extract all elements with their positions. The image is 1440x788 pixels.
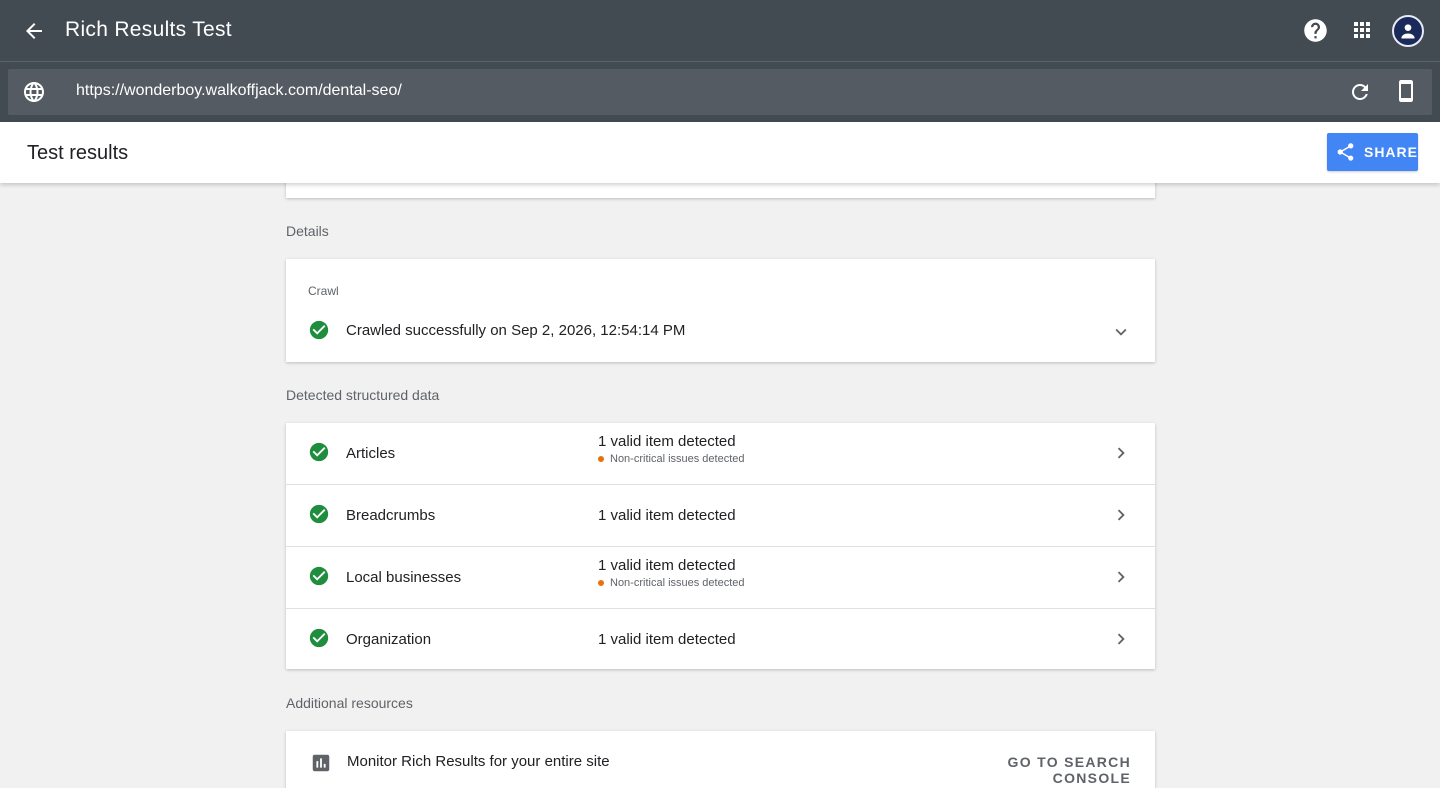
details-heading: Details (286, 223, 329, 239)
check-circle-icon (309, 566, 329, 586)
row-valid-count: 1 valid item detected (598, 507, 736, 524)
row-name: Organization (346, 631, 432, 648)
monitor-text: Monitor Rich Results for your entire sit… (347, 753, 610, 770)
crawl-status: Crawled successfully on Sep 2, 2026, 12:… (346, 322, 686, 339)
check-circle-icon (309, 442, 329, 462)
row-valid-count: 1 valid item detected (598, 433, 736, 450)
bar-chart-icon (312, 754, 330, 772)
smartphone-icon (1399, 80, 1413, 102)
check-circle-icon (309, 320, 329, 340)
results-header: Test results SHARE (0, 122, 1440, 183)
search-console-link[interactable]: GO TO SEARCH CONSOLE (966, 754, 1131, 786)
expand-crawl-button[interactable] (1110, 321, 1132, 343)
resources-card: Monitor Rich Results for your entire sit… (286, 731, 1155, 788)
app-title: Rich Results Test (65, 18, 232, 41)
row-issue-text: Non-critical issues detected (610, 453, 745, 465)
structured-data-card: Articles 1 valid item detected Non-criti… (286, 423, 1155, 669)
structured-data-row-breadcrumbs[interactable]: Breadcrumbs 1 valid item detected (286, 485, 1155, 547)
structured-data-row-articles[interactable]: Articles 1 valid item detected Non-criti… (286, 423, 1155, 485)
share-label: SHARE (1363, 144, 1418, 160)
url-bar[interactable]: https://wonderboy.walkoffjack.com/dental… (8, 69, 1432, 115)
structured-data-heading: Detected structured data (286, 387, 440, 403)
globe-icon (24, 82, 44, 102)
apps-button[interactable] (1350, 18, 1374, 42)
back-button[interactable] (20, 17, 48, 45)
device-toggle-button[interactable] (1394, 78, 1418, 104)
structured-data-row-local-businesses[interactable]: Local businesses 1 valid item detected N… (286, 547, 1155, 609)
structured-data-row-organization[interactable]: Organization 1 valid item detected (286, 609, 1155, 671)
help-icon (1304, 19, 1327, 42)
row-valid-count: 1 valid item detected (598, 557, 736, 574)
row-name: Articles (346, 445, 396, 462)
row-name: Local businesses (346, 569, 462, 586)
url-bar-container: https://wonderboy.walkoffjack.com/dental… (0, 61, 1440, 122)
row-issue: Non-critical issues detected (598, 453, 745, 465)
row-name: Breadcrumbs (346, 507, 436, 524)
account-avatar[interactable] (1392, 15, 1424, 47)
check-circle-icon (309, 504, 329, 524)
chevron-right-icon (1117, 447, 1125, 459)
chevron-right-icon (1117, 509, 1125, 521)
refresh-icon (1352, 84, 1368, 100)
chevron-right-icon (1117, 633, 1125, 645)
crawl-card: Crawl Crawled successfully on Sep 2, 202… (286, 259, 1155, 362)
url-input[interactable]: https://wonderboy.walkoffjack.com/dental… (76, 82, 402, 100)
avatar-icon (1401, 24, 1415, 39)
warning-dot-icon (598, 456, 604, 462)
warning-dot-icon (598, 580, 604, 586)
row-issue-text: Non-critical issues detected (610, 577, 745, 589)
chevron-down-icon (1115, 328, 1127, 336)
apps-grid-icon (1354, 22, 1370, 38)
app-bar: Rich Results Test (0, 0, 1440, 61)
page-title: Test results (27, 142, 129, 164)
resources-heading: Additional resources (286, 695, 413, 711)
check-circle-icon (309, 628, 329, 648)
crawl-label: Crawl (308, 284, 339, 298)
chevron-right-icon (1117, 571, 1125, 583)
arrow-back-icon (26, 23, 42, 39)
help-button[interactable] (1302, 17, 1329, 44)
row-issue: Non-critical issues detected (598, 577, 745, 589)
row-valid-count: 1 valid item detected (598, 631, 736, 648)
refresh-button[interactable] (1348, 80, 1372, 104)
share-icon (1337, 143, 1354, 161)
share-button[interactable]: SHARE (1327, 133, 1418, 171)
